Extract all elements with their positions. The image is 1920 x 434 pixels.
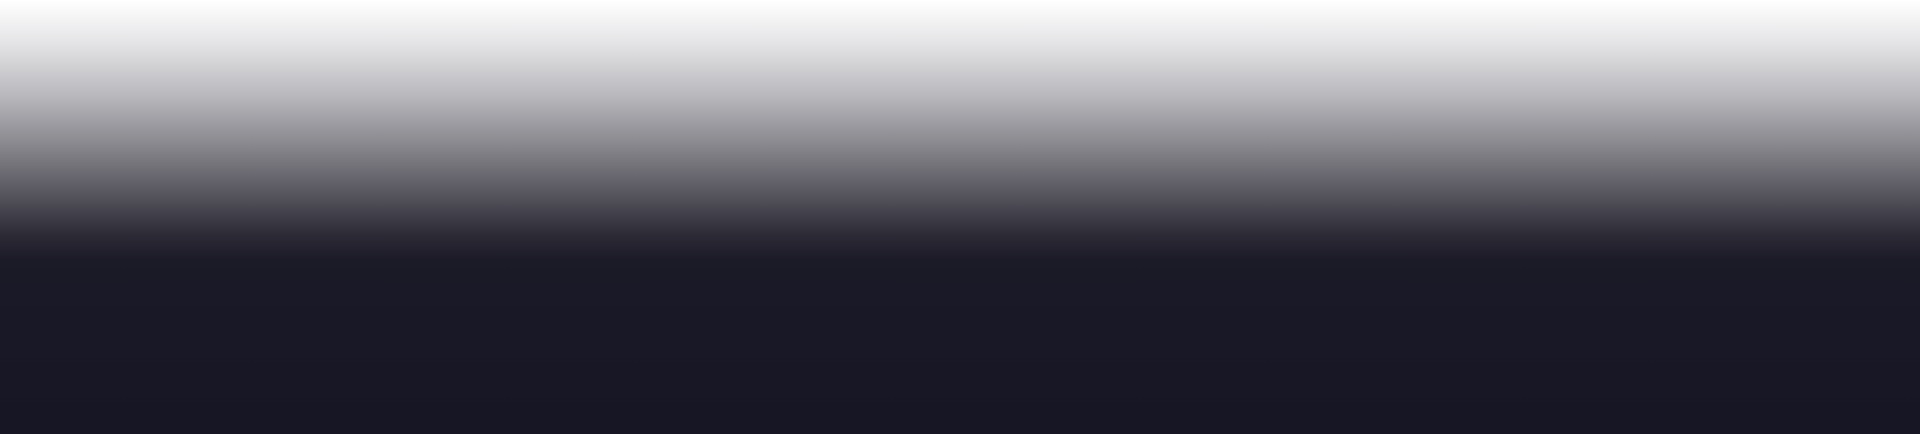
gradient-background	[0, 0, 1920, 434]
